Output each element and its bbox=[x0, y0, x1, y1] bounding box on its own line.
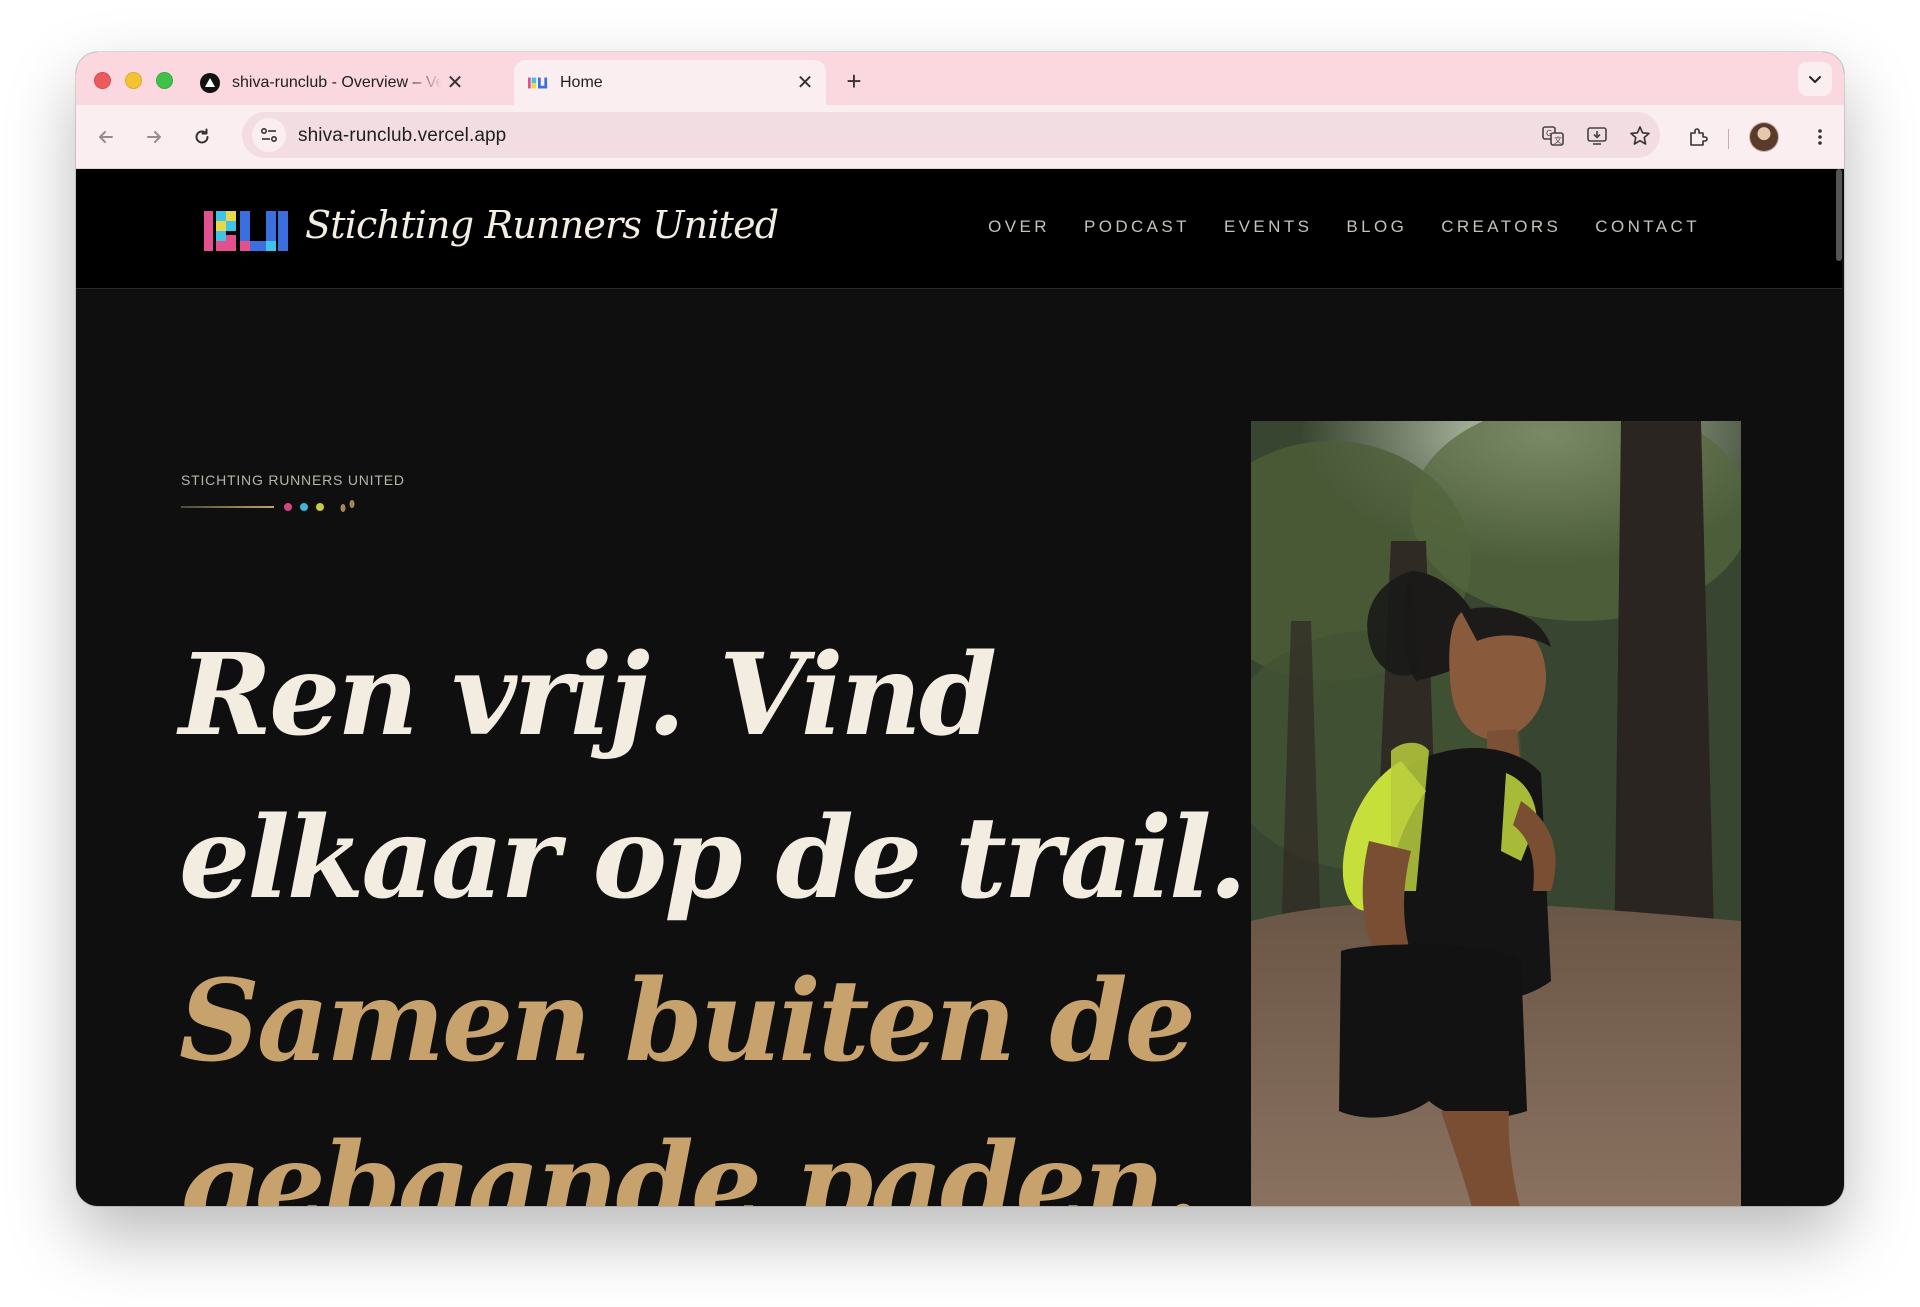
headline-line-gold: Samen buiten de bbox=[179, 956, 1196, 1088]
nav-link-creators[interactable]: CREATORS bbox=[1441, 217, 1561, 237]
headline-line-gold: gebaande paden. bbox=[179, 1119, 1201, 1206]
nav-link-podcast[interactable]: PODCAST bbox=[1084, 217, 1190, 237]
svg-text:文: 文 bbox=[1554, 135, 1562, 145]
toolbar-divider bbox=[1728, 129, 1729, 149]
close-tab-icon[interactable]: ✕ bbox=[792, 70, 818, 96]
minimize-window-button[interactable] bbox=[125, 72, 142, 89]
reload-button[interactable] bbox=[186, 121, 218, 153]
nav-link-over[interactable]: OVER bbox=[988, 217, 1050, 237]
back-button[interactable] bbox=[90, 121, 122, 153]
install-app-icon[interactable] bbox=[1584, 123, 1610, 149]
accent-dot-blue bbox=[300, 503, 308, 511]
hero-eyebrow: STICHTING RUNNERS UNITED bbox=[181, 472, 405, 488]
page-viewport: Stichting Runners United OVER PODCAST EV… bbox=[76, 169, 1844, 1206]
profile-avatar[interactable] bbox=[1750, 123, 1778, 151]
ru-logo-icon bbox=[528, 73, 548, 93]
reload-icon bbox=[195, 128, 209, 144]
eyebrow-divider bbox=[181, 506, 274, 508]
accent-dot-pink bbox=[284, 503, 292, 511]
hero-headline: Ren vrij. Vind elkaar op de trail. Samen… bbox=[179, 614, 1248, 1206]
tab-strip: shiva-runclub - Overview – Vercel ✕ Home… bbox=[76, 52, 1844, 105]
forward-arrow-icon bbox=[147, 131, 161, 143]
nav-link-contact[interactable]: CONTACT bbox=[1595, 217, 1700, 237]
address-bar[interactable]: shiva-runclub.vercel.app G文 bbox=[242, 112, 1660, 158]
close-tab-icon[interactable]: ✕ bbox=[442, 70, 468, 96]
menu-kebab-icon[interactable] bbox=[1804, 121, 1836, 153]
extensions-icon[interactable] bbox=[1682, 121, 1714, 153]
accent-dot-yellow bbox=[316, 503, 324, 511]
site-header: Stichting Runners United OVER PODCAST EV… bbox=[76, 169, 1842, 289]
main-nav: OVER PODCAST EVENTS BLOG CREATORS CONTAC… bbox=[988, 217, 1700, 237]
url-text: shiva-runclub.vercel.app bbox=[298, 125, 507, 146]
maximize-window-button[interactable] bbox=[156, 72, 173, 89]
headline-line: Ren vrij. Vind bbox=[179, 630, 997, 762]
translate-icon[interactable]: G文 bbox=[1540, 123, 1566, 149]
tab-title: shiva-runclub - Overview – Vercel bbox=[232, 73, 442, 91]
svg-text:G: G bbox=[1546, 129, 1552, 138]
new-tab-button[interactable]: + bbox=[838, 65, 870, 97]
tab-search-button[interactable] bbox=[1798, 62, 1832, 96]
ru-logo[interactable] bbox=[204, 211, 288, 256]
headline-line: elkaar op de trail. bbox=[179, 793, 1248, 925]
page-scrollbar[interactable] bbox=[1836, 169, 1842, 261]
footprints-icon bbox=[340, 500, 355, 512]
tab-title: Home bbox=[560, 73, 603, 91]
nav-link-events[interactable]: EVENTS bbox=[1224, 217, 1312, 237]
brand-name[interactable]: Stichting Runners United bbox=[305, 203, 779, 247]
back-arrow-icon bbox=[99, 131, 113, 143]
close-window-button[interactable] bbox=[94, 72, 111, 89]
bookmark-star-icon[interactable] bbox=[1627, 123, 1653, 149]
chevron-down-icon bbox=[1809, 76, 1821, 83]
tab-vercel-overview[interactable]: shiva-runclub - Overview – Vercel ✕ bbox=[186, 60, 476, 105]
browser-toolbar: shiva-runclub.vercel.app G文 bbox=[76, 105, 1844, 169]
vercel-triangle-icon bbox=[200, 72, 220, 93]
browser-window: shiva-runclub - Overview – Vercel ✕ Home… bbox=[76, 52, 1844, 1206]
nav-link-blog[interactable]: BLOG bbox=[1346, 217, 1407, 237]
tune-icon bbox=[260, 127, 278, 143]
site-info-button[interactable] bbox=[252, 118, 286, 152]
forward-button[interactable] bbox=[138, 121, 170, 153]
tab-home[interactable]: Home ✕ bbox=[514, 60, 826, 105]
woman-trail-running-photo bbox=[1251, 421, 1741, 1206]
